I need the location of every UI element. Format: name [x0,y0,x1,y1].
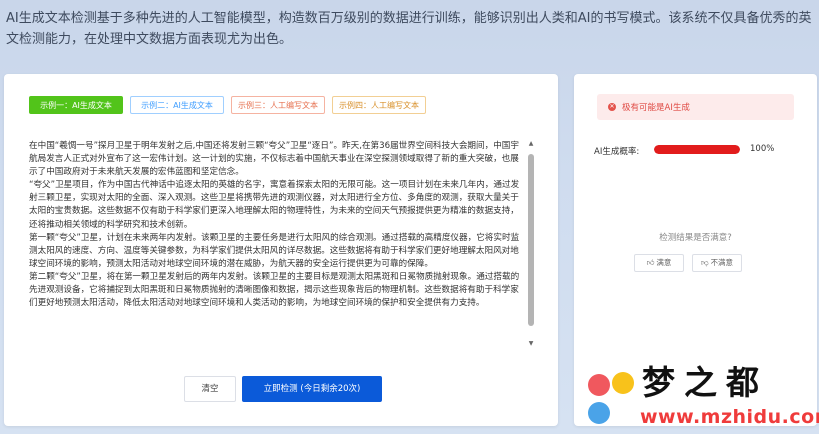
feedback-buttons: 👍︎ 满意 👎︎ 不满意 [634,254,742,272]
feedback-question: 检测结果是否满意? [659,233,732,243]
scrollbar-thumb[interactable] [528,154,534,326]
logo-dot-icon [588,374,610,396]
input-paragraph: 第一颗“夸父”卫星，计划在未来两年内发射。该颗卫星的主要任务是进行太阳风的综合观… [29,232,520,269]
thumbs-up-icon: 👍︎ [646,258,655,267]
example-3-button[interactable]: 示例三：人工编写文本 [231,96,325,114]
watermark-brand: 梦之都 [642,363,768,402]
satisfied-button[interactable]: 👍︎ 满意 [634,254,684,272]
unsatisfied-button[interactable]: 👎︎ 不满意 [692,254,742,272]
scrollbar[interactable]: ▲ ▼ [527,140,535,348]
watermark-url: www.mzhidu.com [640,406,819,428]
probability-bar [654,145,740,154]
satisfied-label: 满意 [656,258,672,267]
watermark-logo [586,368,644,430]
example-buttons: 示例一：AI生成文本 示例二：AI生成文本 示例三：人工编写文本 示例四：人工编… [29,96,426,114]
intro-text: AI生成文本检测基于多种先进的人工智能模型，构造数百万级别的数据进行训练，能够识… [6,11,812,47]
input-paragraph: “夸父”卫星项目，作为中国古代神话中追逐太阳的英雄的名字，寓意着探索太阳的无限可… [29,180,520,230]
scroll-up-arrow-icon[interactable]: ▲ [527,140,535,148]
input-panel: 示例一：AI生成文本 示例二：AI生成文本 示例三：人工编写文本 示例四：人工编… [4,74,558,426]
clear-button[interactable]: 清空 [184,376,236,402]
detect-button[interactable]: 立即检测 (今日剩余20次) [242,376,382,402]
logo-dot-icon [612,372,634,394]
example-2-button[interactable]: 示例二：AI生成文本 [130,96,224,114]
close-circle-icon: ✕ [608,103,616,111]
input-paragraph: 在中国“羲惆一号”探月卫星于明年发射之后,中国还将发射三颗“夸父”卫星“逐日”。… [29,141,519,178]
example-1-button[interactable]: 示例一：AI生成文本 [29,96,123,114]
unsatisfied-label: 不满意 [710,258,734,267]
probability-bar-fill [654,145,740,154]
input-paragraph: 第二颗“夸父”卫星，将在第一颗卫星发射后的两年内发射。该颗卫星的主要目标是观测太… [29,271,520,309]
probability-value: 100% [750,144,775,154]
scroll-down-arrow-icon[interactable]: ▼ [527,340,535,348]
watermark: 梦之都 www.mzhidu.com [580,362,819,434]
text-input-content[interactable]: 在中国“羲惆一号”探月卫星于明年发射之后,中国还将发射三颗“夸父”卫星“逐日”。… [29,140,535,310]
example-4-button[interactable]: 示例四：人工编写文本 [332,96,426,114]
probability-label: AI生成概率: [594,147,640,157]
logo-dot-icon [588,402,610,424]
alert-text: 极有可能是AI生成 [622,103,690,113]
thumbs-down-icon: 👎︎ [700,258,709,267]
result-alert: ✕ 极有可能是AI生成 [597,94,794,120]
